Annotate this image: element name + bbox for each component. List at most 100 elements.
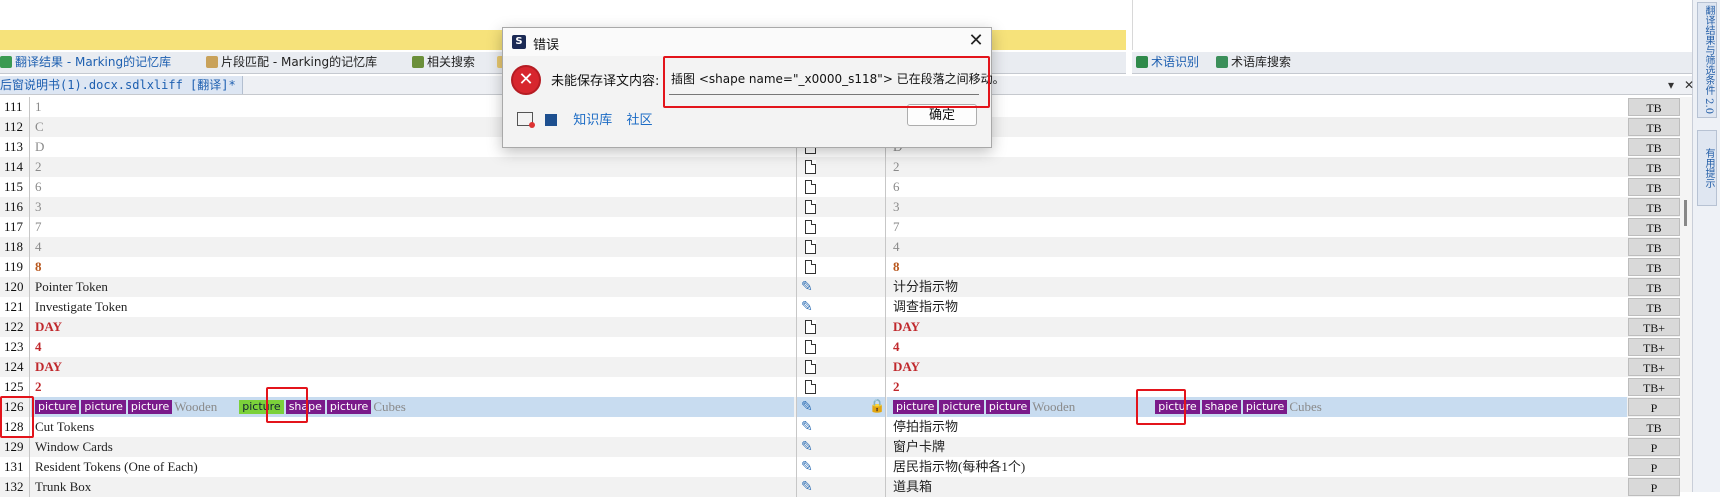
segment-row[interactable]: 122 DAY DAY TB+ [0, 317, 1680, 337]
tab-term-recognition[interactable]: 术语识别 [1136, 54, 1199, 71]
target-cell[interactable]: 8 [887, 257, 1627, 277]
save-icon[interactable] [545, 114, 558, 126]
document-tab[interactable]: 后窗说明书(1).docx.sdlxliff [翻译]* [0, 76, 243, 94]
community-link[interactable]: 社区 [626, 113, 652, 128]
segment-row[interactable]: 129 Window Cards ✎ 窗户卡牌 P [0, 437, 1680, 457]
dialog-titlebar [503, 28, 991, 56]
target-cell[interactable]: 居民指示物(每种各1个) [887, 457, 1627, 477]
inline-tag[interactable]: picture [939, 400, 984, 414]
segment-row[interactable]: 121 Investigate Token ✎ 调查指示物 TB [0, 297, 1680, 317]
inline-tag[interactable]: picture [985, 400, 1031, 414]
source-cell[interactable]: 3 [31, 197, 794, 217]
rail-tab-results-filter[interactable]: 翻译结果与筛选条件 2.0 [1697, 2, 1717, 118]
chevron-down-icon[interactable]: ▾ [1668, 76, 1674, 94]
target-cell[interactable]: 窗户卡牌 [887, 437, 1627, 457]
tab-fragment-match[interactable]: 片段匹配 - Marking的记忆库 [206, 54, 377, 71]
segment-number: 117 [0, 217, 30, 237]
source-cell[interactable]: Cut Tokens [31, 417, 794, 437]
rail-tab-tips[interactable]: 有用提示 [1697, 130, 1717, 206]
segment-row[interactable]: 132 Trunk Box ✎ 道具箱 P [0, 477, 1680, 497]
segment-row[interactable]: 124 DAY DAY TB+ [0, 357, 1680, 377]
segment-status-icon-cell: ✎ [796, 477, 886, 497]
segment-row[interactable]: 118 4 4 TB [0, 237, 1680, 257]
segment-row[interactable]: 125 2 2 TB+ [0, 377, 1680, 397]
match-status-badge: P [1628, 398, 1680, 416]
source-cell[interactable]: 8 [31, 257, 794, 277]
segment-row[interactable]: 126 picture picture picture Wooden picture sha… [0, 397, 1680, 417]
inline-tag[interactable]: picture [326, 400, 372, 414]
segment-number: 131 [0, 457, 30, 477]
source-cell[interactable]: picture picture picture Wooden picture shape p… [31, 397, 794, 417]
target-cell[interactable]: 道具箱 [887, 477, 1627, 497]
target-cell[interactable]: 7 [887, 217, 1627, 237]
close-icon[interactable]: ✕ [966, 31, 986, 51]
segment-number: 125 [0, 377, 30, 397]
vertical-scrollbar[interactable] [1680, 97, 1692, 492]
target-cell[interactable]: 4 [887, 337, 1627, 357]
target-cell[interactable]: picture picture picture Wooden picture shape p… [887, 397, 1627, 417]
segment-status-icon-cell: ✎ 🔒 [796, 397, 886, 417]
copy-details-icon[interactable] [517, 112, 535, 128]
segment-row[interactable]: 131 Resident Tokens (One of Each) ✎ 居民指示物(每… [0, 457, 1680, 477]
segment-row[interactable]: 117 7 7 TB [0, 217, 1680, 237]
segment-row[interactable]: 116 3 3 TB [0, 197, 1680, 217]
document-icon [805, 360, 816, 374]
segment-row[interactable]: 123 4 4 TB+ [0, 337, 1680, 357]
inline-tag[interactable]: picture [81, 400, 126, 414]
match-status-badge: P [1628, 438, 1680, 456]
segment-number: 123 [0, 337, 30, 357]
top-right-pane [1132, 0, 1693, 50]
tab-concordance-search[interactable]: 相关搜索 [412, 54, 475, 71]
tab-translation-results[interactable]: 翻译结果 - Marking的记忆库 [0, 54, 171, 71]
target-cell[interactable]: 6 [887, 177, 1627, 197]
source-cell[interactable]: DAY [31, 357, 794, 377]
target-cell[interactable]: 1 [887, 97, 1627, 117]
inline-tag[interactable]: picture [893, 400, 938, 414]
tab-termbase-search[interactable]: 术语库搜索 [1216, 54, 1291, 71]
inline-tag[interactable]: picture [1242, 400, 1288, 414]
inline-tag-shape[interactable]: shape [1201, 400, 1241, 414]
source-cell[interactable]: Investigate Token [31, 297, 794, 317]
source-cell[interactable]: DAY [31, 317, 794, 337]
close-icon[interactable]: ✕ [1684, 76, 1694, 94]
segment-row[interactable]: 128 Cut Tokens ✎ 停拍指示物 TB [0, 417, 1680, 437]
target-cell[interactable]: 2 [887, 377, 1627, 397]
source-cell[interactable]: Resident Tokens (One of Each) [31, 457, 794, 477]
match-status-badge: TB [1628, 238, 1680, 256]
source-cell[interactable]: Window Cards [31, 437, 794, 457]
source-cell[interactable]: 7 [31, 217, 794, 237]
segment-row[interactable]: 114 2 2 TB [0, 157, 1680, 177]
target-cell[interactable]: 调查指示物 [887, 297, 1627, 317]
source-cell[interactable]: 4 [31, 337, 794, 357]
target-cell[interactable]: 停拍指示物 [887, 417, 1627, 437]
target-cell[interactable]: 计分指示物 [887, 277, 1627, 297]
source-cell[interactable]: 4 [31, 237, 794, 257]
target-cell[interactable]: 3 [887, 197, 1627, 217]
target-cell[interactable]: 2 [887, 157, 1627, 177]
segment-row[interactable]: 115 6 6 TB [0, 177, 1680, 197]
match-status-badge: TB [1628, 178, 1680, 196]
source-cell[interactable]: Pointer Token [31, 277, 794, 297]
segment-text: Wooden [174, 399, 218, 414]
inline-tag[interactable]: picture [127, 400, 173, 414]
source-cell[interactable]: 6 [31, 177, 794, 197]
source-cell[interactable]: Trunk Box [31, 477, 794, 497]
scrollbar-thumb[interactable] [1684, 200, 1687, 226]
inline-tag[interactable]: picture [35, 400, 80, 414]
segment-status-icon-cell [796, 357, 886, 377]
target-cell[interactable]: D [887, 137, 1627, 157]
source-cell[interactable]: 2 [31, 157, 794, 177]
target-cell[interactable]: DAY [887, 357, 1627, 377]
segment-status-icon-cell: ✎ [796, 417, 886, 437]
target-cell[interactable]: DAY [887, 317, 1627, 337]
target-cell[interactable]: 4 [887, 237, 1627, 257]
knowledge-base-link[interactable]: 知识库 [573, 113, 612, 128]
document-icon [805, 220, 816, 234]
segment-row[interactable]: 120 Pointer Token ✎ 计分指示物 TB [0, 277, 1680, 297]
source-cell[interactable]: 2 [31, 377, 794, 397]
target-cell[interactable]: C [887, 117, 1627, 137]
pencil-icon: ✎ [801, 419, 813, 435]
segment-row[interactable]: 119 8 8 TB [0, 257, 1680, 277]
segment-status-icon-cell [796, 197, 886, 217]
document-icon [805, 340, 816, 354]
